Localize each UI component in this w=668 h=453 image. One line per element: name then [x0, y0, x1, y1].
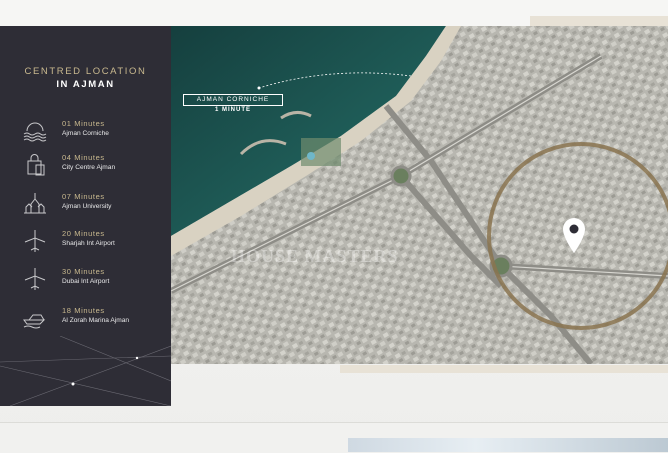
- location-item-dubai-airport: 30 Minutes Dubai Int Airport: [22, 266, 167, 294]
- location-place: City Centre Ajman: [62, 164, 116, 171]
- decorative-strip: [340, 365, 668, 373]
- location-pin-icon: [559, 216, 589, 256]
- location-place: Al Zorah Marina Ajman: [62, 317, 130, 324]
- location-sidebar: CENTRED LOCATION IN AJMAN 01 Minutes Ajm…: [0, 26, 171, 406]
- location-minutes: 18 Minutes: [62, 306, 105, 315]
- corniche-time-label: 1 MINUTE: [214, 107, 251, 113]
- waves-icon: [22, 118, 48, 144]
- location-item-university: 07 Minutes Ajman University: [22, 191, 167, 219]
- location-minutes: 30 Minutes: [62, 267, 105, 276]
- location-place: Sharjah Int Airport: [62, 240, 115, 247]
- airplane-icon: [22, 228, 48, 254]
- location-item-al-zorah: 18 Minutes Al Zorah Marina Ajman: [22, 305, 167, 333]
- location-place: Ajman University: [62, 203, 112, 210]
- sidebar-title: CENTRED LOCATION: [24, 66, 147, 77]
- location-item-city-centre: 04 Minutes City Centre Ajman: [22, 152, 167, 180]
- university-icon: [22, 191, 48, 217]
- decorative-lines: [0, 336, 171, 406]
- satellite-map: AJMAN CORNICHE 1 MINUTE HOUSE MASTERS: [171, 26, 668, 364]
- next-section-photo: [348, 438, 668, 452]
- corniche-map-label: AJMAN CORNICHE: [183, 94, 283, 106]
- location-minutes: 07 Minutes: [62, 192, 105, 201]
- shopping-bag-icon: [22, 152, 48, 178]
- location-minutes: 01 Minutes: [62, 119, 105, 128]
- yacht-icon: [22, 305, 48, 331]
- location-item-corniche: 01 Minutes Ajman Corniche: [22, 118, 167, 146]
- decorative-strip: [530, 16, 668, 26]
- location-minutes: 20 Minutes: [62, 229, 105, 238]
- location-place: Ajman Corniche: [62, 130, 109, 137]
- airplane-icon: [22, 266, 48, 292]
- watermark: HOUSE MASTERS: [231, 246, 399, 266]
- location-item-sharjah-airport: 20 Minutes Sharjah Int Airport: [22, 228, 167, 256]
- sidebar-subtitle: IN AJMAN: [56, 79, 115, 90]
- location-place: Dubai Int Airport: [62, 278, 110, 285]
- location-minutes: 04 Minutes: [62, 153, 105, 162]
